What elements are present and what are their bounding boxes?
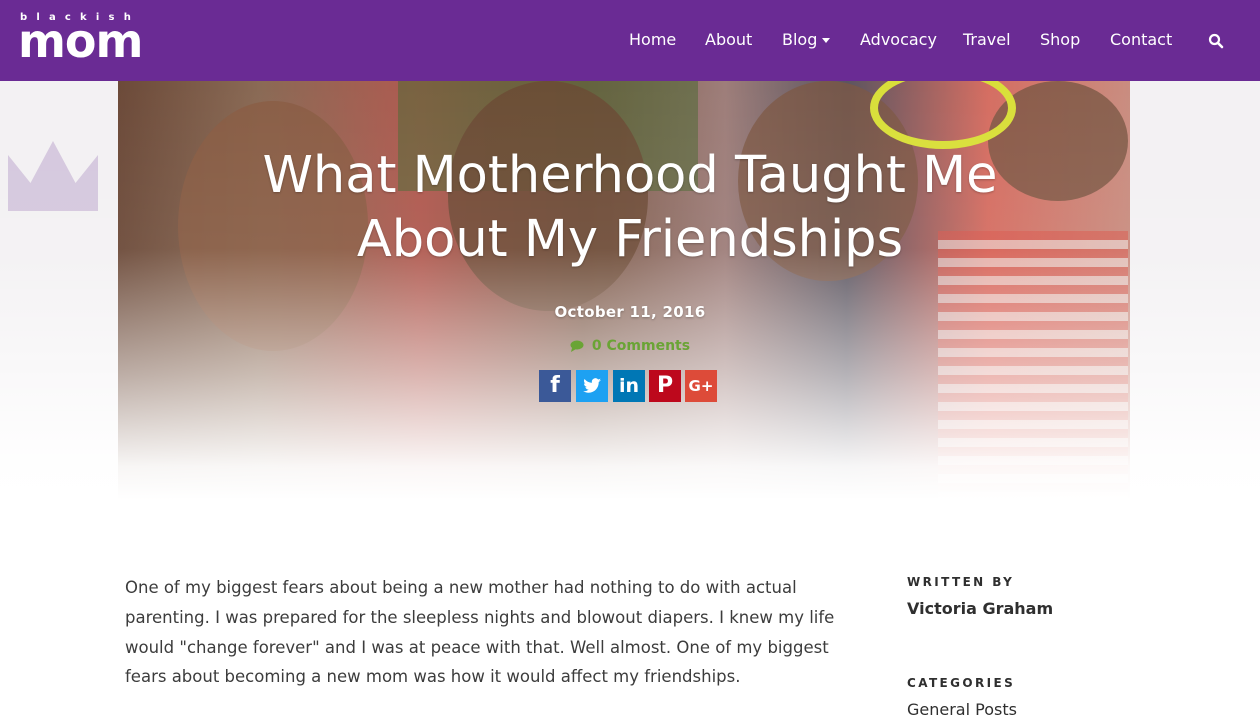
nav-contact[interactable]: Contact bbox=[1110, 30, 1172, 49]
article-intro: One of my biggest fears about being a ne… bbox=[125, 578, 835, 687]
linkedin-share-button[interactable]: in bbox=[613, 370, 645, 402]
written-by-label: WRITTEN BY bbox=[907, 575, 1015, 589]
pinterest-icon: P bbox=[656, 373, 674, 398]
twitter-share-button[interactable] bbox=[576, 370, 608, 402]
chevron-down-icon bbox=[822, 38, 831, 43]
author-name[interactable]: Victoria Graham bbox=[907, 599, 1053, 618]
logo-wordmark: mom bbox=[18, 14, 143, 68]
nav-shop[interactable]: Shop bbox=[1040, 30, 1080, 49]
facebook-icon: f bbox=[550, 373, 560, 398]
categories-label: CATEGORIES bbox=[907, 676, 1016, 690]
nav-about[interactable]: About bbox=[705, 30, 752, 49]
post-title: What Motherhood Taught Me About My Frien… bbox=[262, 146, 998, 269]
category-link[interactable]: General Posts bbox=[907, 700, 1017, 719]
nav-blog-label: Blog bbox=[782, 30, 818, 49]
comment-icon bbox=[570, 340, 584, 352]
search-icon[interactable] bbox=[1208, 33, 1224, 49]
google-plus-icon: G+ bbox=[688, 377, 714, 395]
facebook-share-button[interactable]: f bbox=[539, 370, 571, 402]
linkedin-icon: in bbox=[618, 375, 640, 397]
nav-home[interactable]: Home bbox=[629, 30, 676, 49]
hero-banner: What Motherhood Taught Me About My Frien… bbox=[0, 81, 1260, 500]
nav-blog[interactable]: Blog bbox=[782, 30, 831, 49]
nav-advocacy[interactable]: Advocacy bbox=[860, 30, 937, 49]
site-logo[interactable]: blackish mom bbox=[18, 12, 160, 68]
post-date: October 11, 2016 bbox=[554, 303, 706, 321]
comments-link[interactable]: 0 Comments bbox=[0, 338, 1260, 354]
twitter-icon bbox=[583, 378, 601, 393]
google-plus-share-button[interactable]: G+ bbox=[685, 370, 717, 402]
nav-travel[interactable]: Travel bbox=[963, 30, 1011, 49]
comments-count: 0 Comments bbox=[591, 338, 691, 354]
site-header: blackish mom Home About Blog Advocacy Tr… bbox=[0, 0, 1260, 81]
pinterest-share-button[interactable]: P bbox=[649, 370, 681, 402]
